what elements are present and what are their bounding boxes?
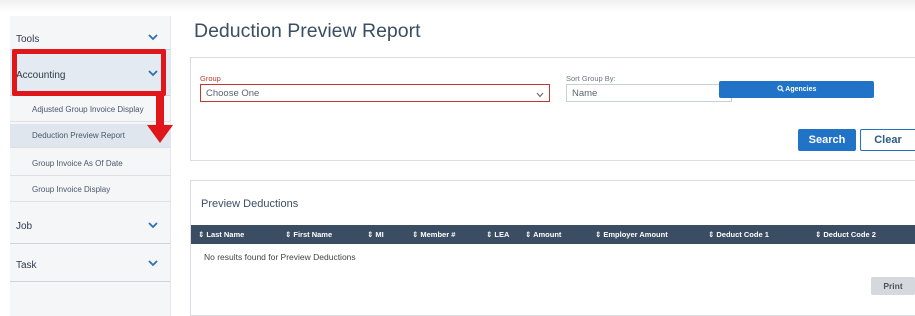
agencies-button-label: Agencies [785, 86, 817, 93]
column-header-first-name[interactable]: ⇕ First Name [285, 230, 332, 239]
agencies-button[interactable]: Agencies [719, 81, 874, 98]
sidebar-item-label: Tools [16, 34, 40, 45]
column-header-last-name[interactable]: ⇕ Last Name [198, 230, 244, 239]
column-header-employer-amount[interactable]: ⇕ Employer Amount [595, 230, 668, 239]
sidebar-item-tools[interactable]: Tools [10, 16, 170, 50]
sort-group-label: Sort Group By: [566, 74, 616, 83]
arrow-down-icon [145, 93, 175, 145]
sidebar-subitem-label: Deduction Preview Report [32, 131, 125, 140]
column-header-deduct-code-2[interactable]: ⇕ Deduct Code 2 [815, 230, 876, 239]
clear-button[interactable]: Clear [860, 129, 915, 151]
sort-group-select-value: Name [572, 88, 598, 99]
sidebar-item-job[interactable]: Job [10, 206, 170, 244]
sidebar-subitem-label: Group Invoice As Of Date [32, 159, 123, 168]
group-select[interactable]: Choose One [200, 84, 550, 102]
sidebar-item-label: Task [16, 260, 37, 271]
chevron-down-icon [148, 259, 158, 267]
sort-group-select[interactable]: Name [566, 84, 732, 102]
search-icon [776, 85, 786, 93]
search-button[interactable]: Search [798, 129, 856, 151]
column-header-member-number[interactable]: ⇕ Member # [412, 230, 455, 239]
chevron-down-icon [148, 221, 158, 229]
sidebar-subitem-group-invoice-display[interactable]: Group Invoice Display [10, 178, 170, 202]
column-header-amount[interactable]: ⇕ Amount [525, 230, 561, 239]
highlight-box [12, 49, 166, 96]
group-label: Group [200, 74, 221, 83]
preview-section-title: Preview Deductions [201, 198, 299, 210]
sidebar-subitem-label: Adjusted Group Invoice Display [32, 105, 144, 114]
page-title: Deduction Preview Report [194, 20, 421, 42]
sidebar-item-label: Job [16, 221, 33, 232]
preview-panel [190, 180, 915, 316]
table-header: ⇕ Last Name ⇕ First Name ⇕ MI ⇕ Member #… [191, 225, 915, 244]
chevron-down-icon [536, 90, 544, 98]
sidebar-subitem-group-invoice-as-of-date[interactable]: Group Invoice As Of Date [10, 152, 170, 176]
column-header-mi[interactable]: ⇕ MI [367, 230, 384, 239]
print-button[interactable]: Print [871, 277, 915, 295]
sidebar-subitem-label: Group Invoice Display [32, 185, 111, 194]
empty-results-message: No results found for Preview Deductions [204, 252, 356, 262]
column-header-deduct-code-1[interactable]: ⇕ Deduct Code 1 [708, 230, 769, 239]
group-select-value: Choose One [206, 88, 260, 99]
sidebar-item-task[interactable]: Task [10, 244, 170, 282]
chevron-down-icon [148, 33, 158, 41]
column-header-lea[interactable]: ⇕ LEA [486, 230, 509, 239]
top-shadow [0, 0, 915, 12]
